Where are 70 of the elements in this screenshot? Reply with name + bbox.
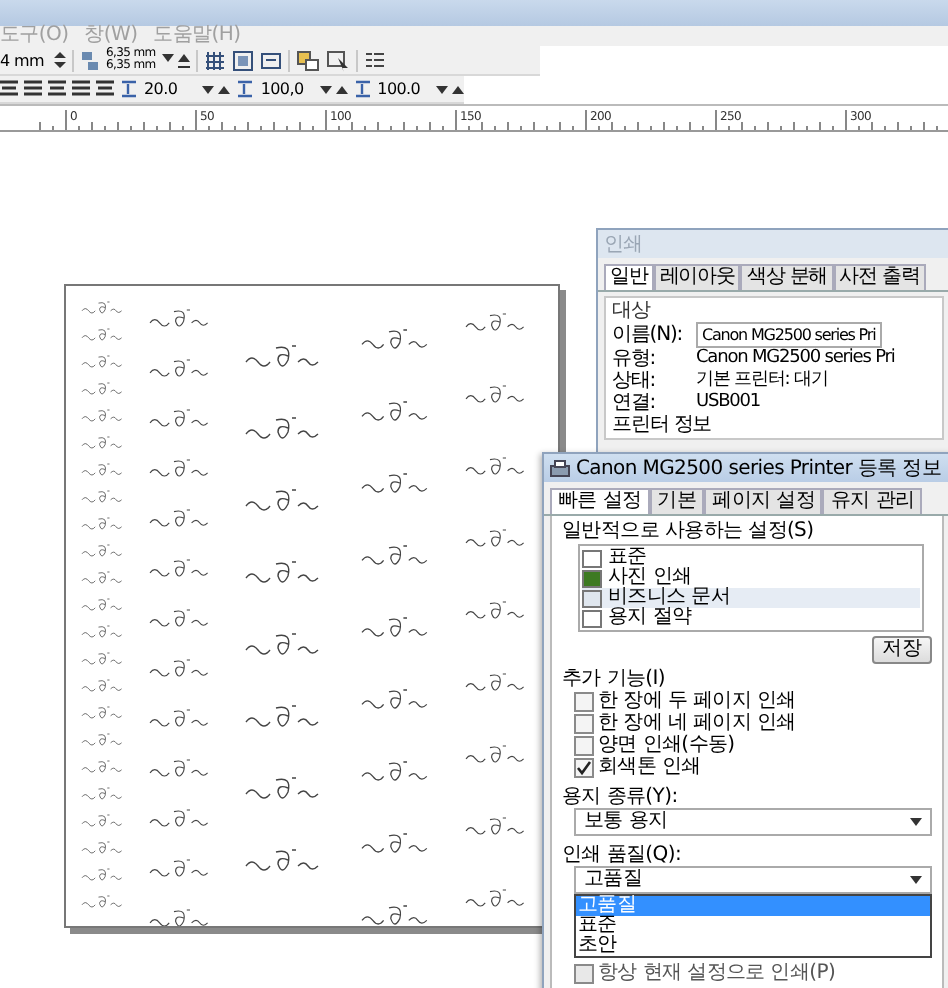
field-label: 유형: <box>612 348 658 370</box>
spacing-icon <box>120 80 138 98</box>
layout-icon[interactable] <box>295 49 320 71</box>
checkbox[interactable] <box>574 757 594 777</box>
align-icon[interactable] <box>96 80 114 98</box>
field-value: USB001 <box>696 392 761 414</box>
checkbox-label: 항상 현재 설정으로 인쇄(P) <box>598 962 836 984</box>
field-label: 상태: <box>612 370 658 392</box>
spinner-icon[interactable] <box>161 50 190 70</box>
dialog-title: 인쇄 <box>598 230 948 258</box>
dialog-tab[interactable]: 레이아웃 <box>653 264 741 290</box>
spacing-field[interactable]: 100.0 <box>377 80 430 98</box>
frame-icon[interactable] <box>259 49 282 71</box>
align-icon[interactable] <box>24 80 42 98</box>
field-value: 기본 프린터: 대기 <box>696 370 828 392</box>
frame-icon[interactable] <box>231 49 254 71</box>
align-icon[interactable] <box>72 80 90 98</box>
list-icon[interactable] <box>363 49 386 71</box>
align-icon[interactable] <box>0 80 18 98</box>
dialog-title: Canon MG2500 series Printer 등록 정보 <box>576 456 942 482</box>
print-quality-dropdown[interactable]: 고품질 <box>574 866 932 894</box>
spacing-icon <box>236 80 255 98</box>
spacing-field[interactable]: 20.0 <box>144 80 197 98</box>
dialog-tab[interactable]: 유지 관리 <box>822 488 923 514</box>
dialog-tab[interactable]: 빠른 설정 <box>550 488 650 514</box>
pointer-icon[interactable] <box>325 49 350 71</box>
checkbox[interactable] <box>574 691 594 711</box>
field-value: Canon MG2500 series Pri <box>696 348 895 370</box>
spacing-icon <box>353 80 372 98</box>
checkbox-label: 한 장에 두 페이지 인쇄 <box>598 690 796 712</box>
nudge-icon <box>80 49 100 71</box>
printer-icon <box>550 459 570 477</box>
preset-item[interactable]: 용지 절약 <box>582 608 920 628</box>
spinner-icon[interactable] <box>435 81 464 97</box>
size-field[interactable]: 4 mm <box>0 51 48 69</box>
checkbox[interactable] <box>574 963 594 983</box>
grid-icon[interactable] <box>203 49 226 71</box>
checkbox[interactable] <box>574 735 594 755</box>
preset-item[interactable]: 사진 인쇄 <box>582 568 920 588</box>
spinner-icon[interactable] <box>54 50 66 70</box>
field-label: 연결: <box>612 392 658 414</box>
preset-item[interactable]: 비즈니스 문서 <box>582 588 920 608</box>
dropdown-arrow-icon <box>910 818 922 826</box>
dialog-tab[interactable]: 일반 <box>604 264 654 290</box>
checkbox-label: 한 장에 네 페이지 인쇄 <box>598 712 796 734</box>
field-label: 이름(N): <box>612 324 685 346</box>
save-button[interactable]: 저장 <box>872 636 932 664</box>
group-label: 대상 <box>612 300 653 322</box>
dropdown-arrow-icon <box>910 876 922 884</box>
presets-label: 일반적으로 사용하는 설정(S) <box>562 520 816 542</box>
preset-item[interactable]: 표준 <box>582 548 920 568</box>
dialog-tab[interactable]: 색상 분해 <box>740 264 834 290</box>
spinner-icon[interactable] <box>202 81 231 97</box>
dropdown-option[interactable]: 초안 <box>576 936 930 956</box>
media-type-label: 용지 종류(Y): <box>562 786 680 808</box>
printer-info-label: 프린터 정보 <box>612 414 714 436</box>
spinner-icon[interactable] <box>319 81 348 97</box>
dropdown-option[interactable]: 표준 <box>576 916 930 936</box>
features-label: 추가 기능(I) <box>562 668 668 690</box>
align-icon[interactable] <box>48 80 66 98</box>
spacing-field[interactable]: 100,0 <box>260 80 314 98</box>
media-type-dropdown[interactable]: 보통 용지 <box>574 808 932 836</box>
checkbox-label: 양면 인쇄(수동) <box>598 734 735 756</box>
dialog-tab[interactable]: 기본 <box>649 488 705 514</box>
checkbox-label: 회색톤 인쇄 <box>598 756 701 778</box>
print-quality-label: 인쇄 품질(Q): <box>562 844 684 866</box>
dialog-tab[interactable]: 페이지 설정 <box>704 488 823 514</box>
printer-dropdown[interactable]: Canon MG2500 series Pri <box>696 322 882 348</box>
checkbox[interactable] <box>574 713 594 733</box>
dialog-tab[interactable]: 사전 출력 <box>833 264 926 290</box>
